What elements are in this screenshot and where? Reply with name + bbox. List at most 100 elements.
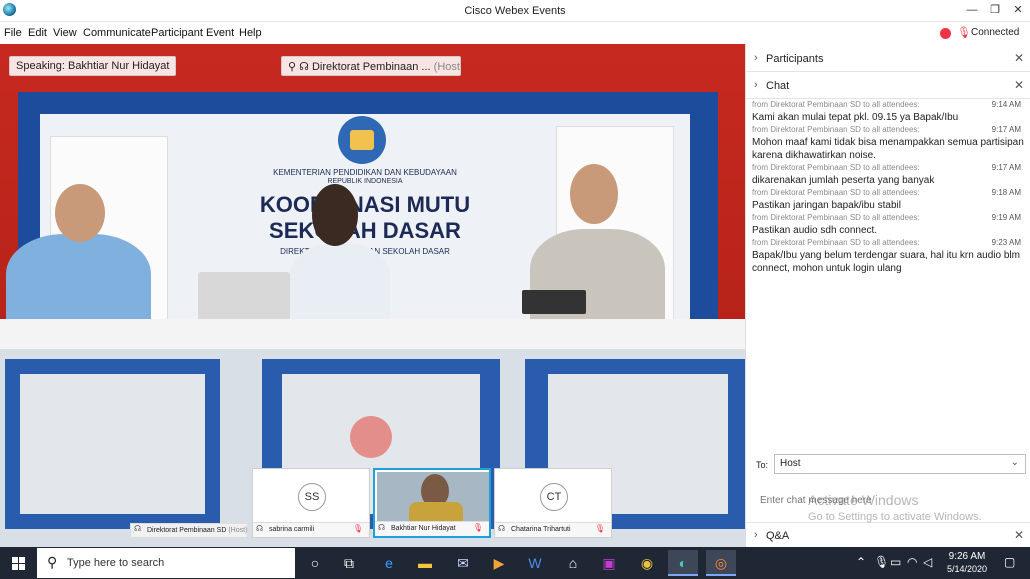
reflection-glare bbox=[350, 416, 392, 458]
thumbnail-strip: ☊ Direktorat Pembinaan SD (Host) SS ☊ sa… bbox=[130, 468, 615, 538]
chevron-right-icon: › bbox=[754, 52, 758, 64]
close-button[interactable]: ✕ bbox=[1006, 2, 1030, 18]
notification-icon[interactable]: ▢ bbox=[1004, 555, 1015, 569]
muted-mic-icon[interactable]: 🎙︎ bbox=[957, 26, 971, 39]
activate-windows-title: Activate Windows bbox=[808, 492, 919, 508]
webex-events-taskbar-icon[interactable]: ◎ bbox=[706, 550, 736, 576]
windows-logo-icon bbox=[12, 557, 18, 563]
speaker-right-head bbox=[570, 164, 618, 224]
chat-message: from Direktorat Pembinaan SD to all atte… bbox=[752, 188, 1027, 212]
window-title: Cisco Webex Events bbox=[464, 5, 566, 17]
menu-file[interactable]: File bbox=[4, 27, 22, 39]
chevron-down-icon: ⌄ bbox=[1010, 457, 1019, 468]
activate-windows-subtitle: Go to Settings to activate Windows. bbox=[808, 511, 982, 523]
headset-icon: ☊ bbox=[498, 524, 506, 533]
headset-icon: ☊ bbox=[299, 61, 309, 73]
qa-panel-title: Q&A bbox=[766, 530, 790, 542]
menu-communicate[interactable]: Communicate bbox=[83, 27, 151, 39]
cortana-icon[interactable]: ○ bbox=[300, 550, 330, 576]
participants-panel-title: Participants bbox=[766, 53, 824, 65]
thumbnail-host[interactable]: ☊ Direktorat Pembinaan SD (Host) bbox=[130, 468, 248, 538]
restore-button[interactable]: ❐ bbox=[983, 2, 1007, 18]
close-icon[interactable]: ✕ bbox=[1014, 51, 1024, 65]
mail-icon[interactable]: ✉ bbox=[448, 550, 478, 576]
chat-message-text: Pastikan audio sdh connect. bbox=[752, 225, 878, 236]
minimize-button[interactable]: — bbox=[960, 2, 984, 18]
chat-panel-header[interactable]: › Chat ✕ bbox=[746, 73, 1030, 99]
chat-message-sender: from Direktorat Pembinaan SD to all atte… bbox=[752, 238, 920, 247]
chat-message-text: Mohon maaf kami tidak bisa menampakkan s… bbox=[752, 137, 1024, 161]
media-player-icon[interactable]: ▶ bbox=[484, 550, 514, 576]
thumbnail-host-tag: (Host) bbox=[228, 527, 248, 534]
thumbnail-name: Direktorat Pembinaan SD bbox=[147, 527, 227, 534]
thumbnail-name: Bakhtiar Nur Hidayat bbox=[391, 525, 456, 532]
wall-ministry-country: REPUBLIK INDONESIA bbox=[327, 178, 403, 185]
chat-message-sender: from Direktorat Pembinaan SD to all atte… bbox=[752, 125, 920, 134]
chevron-right-icon: › bbox=[754, 79, 758, 91]
thumbnail-video bbox=[377, 472, 489, 522]
chat-message-text: dikarenakan jumlah peserta yang banyak bbox=[752, 175, 935, 186]
participants-panel-header[interactable]: › Participants ✕ bbox=[746, 46, 1030, 72]
chat-message-text: Bapak/Ibu yang belum terdengar suara, ha… bbox=[752, 250, 1020, 274]
menu-edit[interactable]: Edit bbox=[28, 27, 47, 39]
chrome-icon[interactable]: ◉ bbox=[632, 550, 662, 576]
speaking-indicator: Speaking: Bakhtiar Nur Hidayat bbox=[9, 56, 177, 76]
taskbar-search-placeholder: Type here to search bbox=[67, 557, 165, 569]
chat-message-list[interactable]: from Direktorat Pembinaan SD to all atte… bbox=[752, 100, 1027, 276]
chat-message: from Direktorat Pembinaan SD to all atte… bbox=[752, 163, 1027, 187]
chat-message-time: 9:17 AM bbox=[991, 163, 1021, 172]
thumbnail-name: Chatarina Trihartuti bbox=[511, 526, 571, 533]
menu-view[interactable]: View bbox=[53, 27, 77, 39]
clock-time[interactable]: 9:26 AM bbox=[944, 551, 990, 562]
thumbnail-participant-active[interactable]: ☊ Bakhtiar Nur Hidayat 🎙︎ bbox=[373, 468, 491, 538]
word-icon[interactable]: W bbox=[520, 550, 550, 576]
thumbnail-participant[interactable]: CT ☊ Chatarina Trihartuti 🎙︎ bbox=[494, 468, 612, 538]
speaker-center bbox=[290, 244, 390, 324]
start-button[interactable] bbox=[0, 547, 36, 579]
thumbnail-name-bar: ☊ sabrina carmili 🎙︎ bbox=[253, 522, 369, 537]
chevron-right-icon: › bbox=[754, 529, 758, 541]
network-icon[interactable]: ◠ bbox=[907, 555, 917, 569]
microphone-icon[interactable]: 🎙︎ bbox=[874, 555, 889, 569]
wall-title-line2: SEKOLAH DASAR bbox=[269, 218, 461, 243]
search-icon: ⚲ bbox=[47, 554, 58, 570]
chat-message-sender: from Direktorat Pembinaan SD to all atte… bbox=[752, 100, 920, 109]
record-dot-icon bbox=[940, 28, 951, 39]
wall-title-line1: KOORDINASI MUTU bbox=[259, 192, 471, 217]
speaker-center-head bbox=[312, 184, 358, 246]
menu-event[interactable]: Event bbox=[206, 27, 234, 39]
wall-ministry-name: KEMENTERIAN PENDIDIKAN DAN KEBUDAYAAN bbox=[273, 168, 457, 177]
chevron-up-icon[interactable]: ⌃ bbox=[856, 555, 866, 569]
video-editor-icon[interactable]: ▣ bbox=[594, 550, 624, 576]
muted-mic-icon: 🎙︎ bbox=[352, 524, 363, 533]
webex-taskbar-icon[interactable]: ◐ bbox=[668, 550, 698, 576]
taskbar-search[interactable]: ⚲ Type here to search bbox=[37, 548, 295, 578]
thumbnail-participant[interactable]: SS ☊ sabrina carmili 🎙︎ bbox=[252, 468, 370, 538]
host-video-name: Direktorat Pembinaan ... bbox=[311, 61, 431, 73]
battery-icon[interactable]: ▭ bbox=[890, 555, 901, 569]
close-icon[interactable]: ✕ bbox=[1014, 528, 1024, 542]
ministry-emblem-icon bbox=[338, 116, 386, 164]
store-icon[interactable]: ⌂ bbox=[558, 550, 588, 576]
windows-logo-icon bbox=[12, 564, 18, 570]
host-video-label[interactable]: ⚲ ☊ Direktorat Pembinaan ... (Host) bbox=[281, 56, 461, 76]
chat-message: from Direktorat Pembinaan SD to all atte… bbox=[752, 213, 1027, 237]
clock-date[interactable]: 5/14/2020 bbox=[944, 564, 990, 574]
menu-help[interactable]: Help bbox=[239, 27, 262, 39]
volume-icon[interactable]: ◁ bbox=[923, 555, 932, 569]
menu-participant[interactable]: Participant bbox=[151, 27, 203, 39]
qa-panel-header[interactable]: › Q&A ✕ bbox=[746, 522, 1030, 548]
edge-browser-icon[interactable]: e bbox=[374, 550, 404, 576]
speaker-left-head bbox=[55, 184, 105, 242]
chat-recipient-select[interactable]: Host ⌄ bbox=[774, 454, 1026, 474]
participant-body bbox=[409, 502, 463, 522]
chat-message-time: 9:18 AM bbox=[991, 188, 1021, 197]
close-icon[interactable]: ✕ bbox=[1014, 78, 1024, 92]
chat-message-time: 9:14 AM bbox=[991, 100, 1021, 109]
task-view-icon[interactable]: ⧉ bbox=[334, 550, 364, 576]
title-bar: Cisco Webex Events — ❐ ✕ bbox=[0, 0, 1030, 22]
chat-message-meta: from Direktorat Pembinaan SD to all atte… bbox=[752, 125, 1027, 136]
file-explorer-icon[interactable]: ▬ bbox=[410, 550, 440, 576]
avatar: SS bbox=[298, 483, 326, 511]
windows-logo-icon bbox=[19, 557, 25, 563]
